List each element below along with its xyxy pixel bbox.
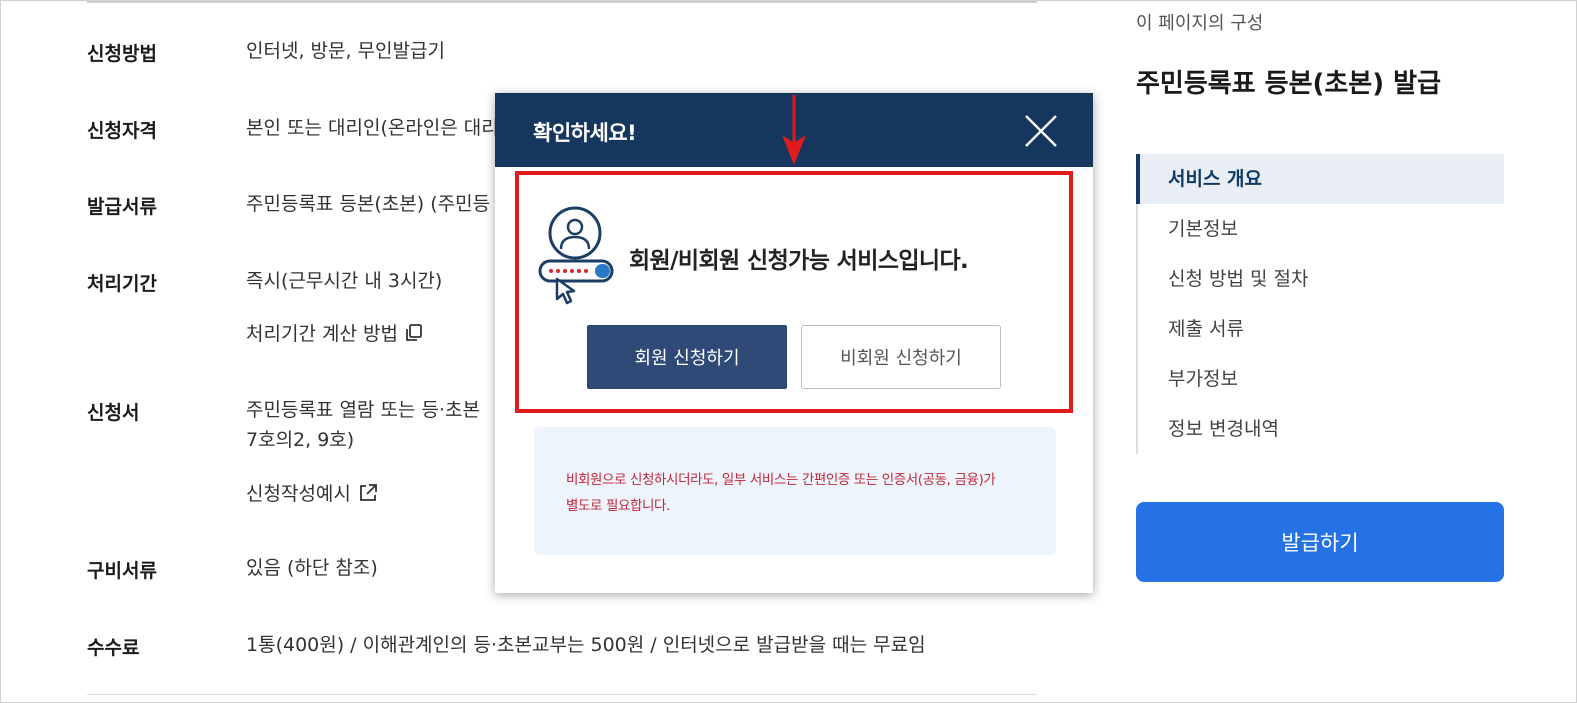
notice-line-1: 비회원으로 신청하시더라도, 일부 서비스는 간편인증 또는 인증서(공동, 금…: [566, 472, 996, 488]
user-login-icon: [537, 205, 619, 309]
label-processing-time: 처리기간: [87, 273, 157, 295]
sidebar-item-submission-documents[interactable]: 제출 서류: [1138, 304, 1504, 354]
label-required-documents: 구비서류: [87, 560, 157, 582]
value-fee: 1통(400원) / 이해관계인의 등·초본교부는 500원 / 인터넷으로 발…: [246, 634, 926, 656]
value-application-method: 인터넷, 방문, 무인발급기: [246, 40, 445, 62]
value-required-documents: 있음 (하단 참조): [246, 557, 378, 579]
processing-calc-link[interactable]: 처리기간 계산 방법: [246, 319, 424, 346]
value-eligibility: 본인 또는 대리인(온라인은 대리: [246, 117, 499, 139]
member-apply-button[interactable]: 회원 신청하기: [587, 325, 787, 389]
sidebar-item-additional-info[interactable]: 부가정보: [1138, 354, 1504, 404]
sidebar-nav: 서비스 개요 기본정보 신청 방법 및 절차 제출 서류 부가정보 정보 변경내…: [1136, 154, 1504, 454]
value-issued-documents: 주민등록표 등본(초본) (주민등: [246, 193, 491, 215]
value-processing-time: 즉시(근무시간 내 3시간): [246, 270, 443, 292]
nonmember-notice-text: 비회원으로 신청하시더라도, 일부 서비스는 간편인증 또는 인증서(공동, 금…: [566, 467, 1036, 519]
sidebar-item-basic-info[interactable]: 기본정보: [1138, 204, 1504, 254]
label-application-method: 신청방법: [87, 43, 157, 65]
sidebar-item-application-procedure[interactable]: 신청 방법 및 절차: [1138, 254, 1504, 304]
label-eligibility: 신청자격: [87, 120, 157, 142]
label-application-form: 신청서: [87, 402, 140, 424]
sidebar-caption: 이 페이지의 구성: [1136, 13, 1264, 34]
divider-top: [87, 1, 1037, 3]
issue-button[interactable]: 발급하기: [1136, 502, 1504, 582]
value-application-form: 주민등록표 열람 또는 등·초본: [246, 399, 480, 421]
label-fee: 수수료: [87, 637, 140, 659]
sidebar-title: 주민등록표 등본(초본) 발급: [1136, 69, 1441, 99]
external-link-icon: [357, 482, 379, 504]
modal-title: 확인하세요!: [533, 121, 637, 145]
processing-calc-label: 처리기간 계산 방법: [246, 323, 398, 345]
nonmember-apply-button[interactable]: 비회원 신청하기: [801, 325, 1001, 389]
page-outline-sidebar: 이 페이지의 구성 주민등록표 등본(초본) 발급 서비스 개요 기본정보 신청…: [1136, 1, 1506, 703]
application-example-link[interactable]: 신청작성예시: [246, 479, 379, 506]
copy-icon: [404, 323, 424, 343]
application-example-label: 신청작성예시: [246, 483, 351, 505]
label-issued-documents: 발급서류: [87, 196, 157, 218]
close-icon[interactable]: [1023, 113, 1059, 149]
down-arrow-icon: [779, 95, 809, 171]
value-application-form-line2: 7호의2, 9호): [246, 429, 355, 451]
service-type-highlight-box: 회원/비회원 신청가능 서비스입니다. 회원 신청하기 비회원 신청하기: [515, 171, 1073, 413]
sidebar-item-service-overview[interactable]: 서비스 개요: [1136, 154, 1504, 204]
service-availability-message: 회원/비회원 신청가능 서비스입니다.: [629, 248, 969, 274]
sidebar-item-change-history[interactable]: 정보 변경내역: [1138, 404, 1504, 454]
nonmember-notice-box: 비회원으로 신청하시더라도, 일부 서비스는 간편인증 또는 인증서(공동, 금…: [534, 427, 1056, 555]
divider-bottom: [87, 694, 1037, 695]
notice-line-2: 별도로 필요합니다.: [566, 498, 670, 514]
